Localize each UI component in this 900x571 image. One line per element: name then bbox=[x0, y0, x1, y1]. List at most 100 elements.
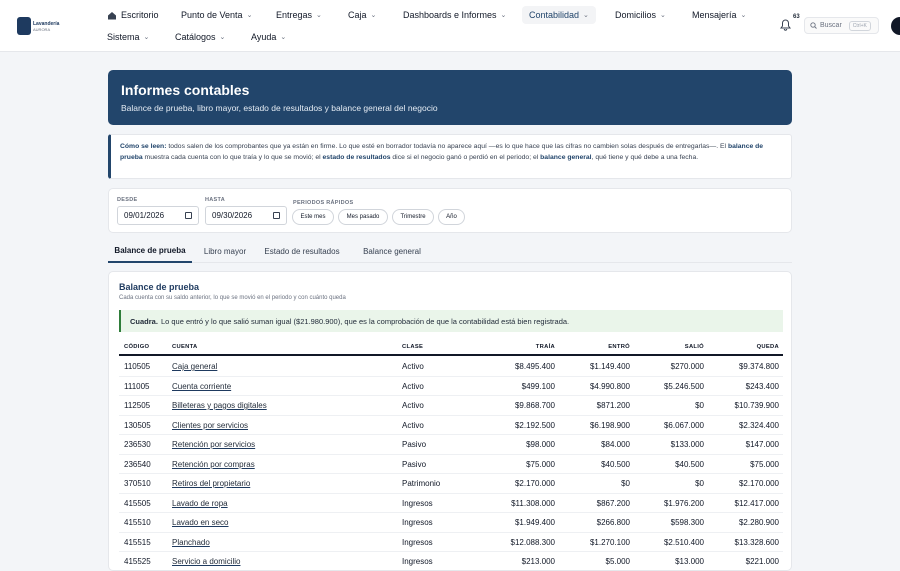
nav-label: Contabilidad bbox=[529, 10, 580, 20]
nav-label: Catálogos bbox=[175, 32, 216, 42]
row-cuenta-link[interactable]: Lavado en seco bbox=[172, 518, 229, 527]
chevron-down-icon: ⌄ bbox=[583, 12, 589, 19]
bell-icon[interactable] bbox=[780, 19, 791, 31]
nav-dashboards[interactable]: Dashboards e Informes ⌄ bbox=[403, 10, 506, 20]
row-clase: Activo bbox=[402, 362, 424, 371]
row-cuenta-link[interactable]: Retención por compras bbox=[172, 460, 255, 469]
chevron-down-icon: ⌄ bbox=[143, 34, 150, 41]
nav-punto-venta[interactable]: Punto de Venta ⌄ bbox=[181, 10, 252, 20]
calendar-icon[interactable] bbox=[273, 212, 280, 219]
quick-mes-pasado-button[interactable]: Mes pasado bbox=[338, 209, 388, 225]
desde-label: DESDE bbox=[117, 197, 138, 203]
nav-caja[interactable]: Caja ⌄ bbox=[348, 10, 376, 20]
avatar[interactable] bbox=[891, 17, 900, 35]
nav-label: Caja bbox=[348, 10, 367, 20]
top-navigation: Lavandería AURORA Escritorio Punto de Ve… bbox=[0, 0, 900, 52]
brand-name: Lavandería bbox=[33, 20, 60, 27]
chevron-down-icon: ⌄ bbox=[500, 12, 507, 19]
col-traia: TRAÍA bbox=[535, 344, 555, 350]
row-queda: $10.739.900 bbox=[734, 401, 780, 410]
report-tabs: Balance de prueba Libro mayor Estado de … bbox=[108, 240, 792, 263]
row-cuenta-link[interactable]: Retención por servicios bbox=[172, 440, 255, 449]
row-salio: $6.067.000 bbox=[663, 420, 704, 430]
row-entro: $6.198.900 bbox=[589, 420, 630, 430]
nav-contabilidad[interactable]: Contabilidad ⌄ bbox=[522, 6, 596, 24]
row-clase: Activo bbox=[402, 381, 424, 391]
row-entro: $84.000 bbox=[601, 440, 630, 449]
quick-ano-button[interactable]: Año bbox=[438, 209, 465, 225]
nav-domicilios[interactable]: Domicilios ⌄ bbox=[615, 10, 666, 20]
row-cuenta-link[interactable]: Cuenta corriente bbox=[172, 382, 231, 391]
table-row: 415525 Servicio a domicilio Ingresos $213.0… bbox=[119, 552, 783, 570]
col-cuenta: CUENTA bbox=[172, 344, 198, 350]
balance-card: Balance de prueba Cada cuenta con su sal… bbox=[108, 271, 792, 571]
tab-balance-general[interactable]: Balance general bbox=[354, 240, 430, 263]
row-cuenta-link[interactable]: Servicio a domicilio bbox=[172, 557, 240, 566]
note-text: , qué tiene y qué debe a una fecha. bbox=[591, 154, 699, 161]
table-row: 236530 Retención por servicios Pasivo $98.0… bbox=[119, 435, 783, 455]
chevron-down-icon: ⌄ bbox=[740, 12, 747, 19]
hasta-date-input[interactable]: 09/30/2026 bbox=[205, 206, 287, 225]
status-lead: Cuadra. bbox=[130, 316, 158, 326]
search-button[interactable]: Buscar Ctrl+K bbox=[804, 17, 879, 34]
row-cuenta-link[interactable]: Billeteras y pagos digitales bbox=[172, 401, 267, 410]
page-title: Informes contables bbox=[121, 82, 250, 98]
col-entro: ENTRÓ bbox=[608, 344, 630, 350]
col-clase: CLASE bbox=[402, 344, 424, 350]
row-cuenta-link[interactable]: Clientes por servicios bbox=[172, 421, 248, 430]
row-clase: Pasivo bbox=[402, 440, 427, 449]
row-queda: $243.400 bbox=[745, 381, 779, 391]
row-cuenta-link[interactable]: Lavado de ropa bbox=[172, 499, 228, 508]
row-traia: $75.000 bbox=[526, 459, 555, 469]
note-bold: balance general bbox=[540, 154, 592, 161]
nav-sistema[interactable]: Sistema ⌄ bbox=[107, 32, 149, 42]
row-codigo: 111005 bbox=[124, 381, 150, 391]
table-row: 236540 Retención por compras Pasivo $75.000… bbox=[119, 455, 783, 474]
brand-sub: AURORA bbox=[33, 26, 51, 32]
tab-balance-prueba[interactable]: Balance de prueba bbox=[108, 240, 192, 263]
row-queda: $221.000 bbox=[745, 557, 779, 566]
info-note: Cómo se leen: todos salen de los comprob… bbox=[108, 134, 792, 179]
search-icon bbox=[810, 22, 817, 29]
note-text: muestra cada cuenta con lo que traía y l… bbox=[142, 154, 323, 161]
row-cuenta-link[interactable]: Caja general bbox=[172, 362, 217, 371]
row-queda: $13.328.600 bbox=[734, 537, 780, 547]
search-label: Buscar bbox=[820, 22, 842, 29]
row-salio: $270.000 bbox=[670, 362, 704, 371]
row-clase: Ingresos bbox=[402, 537, 433, 547]
row-queda: $12.417.000 bbox=[734, 498, 780, 508]
nav-ayuda[interactable]: Ayuda ⌄ bbox=[251, 32, 286, 42]
notification-count: 63 bbox=[793, 14, 800, 20]
row-traia: $98.000 bbox=[526, 440, 555, 449]
row-codigo: 236530 bbox=[124, 440, 151, 449]
shortcut-hint: Ctrl+K bbox=[848, 20, 871, 31]
nav-label: Entregas bbox=[276, 10, 313, 20]
tab-estado-resultados[interactable]: Estado de resultados bbox=[260, 240, 344, 263]
note-bold: estado de resultados bbox=[322, 154, 391, 161]
row-salio: $0 bbox=[695, 401, 704, 410]
row-salio: $598.300 bbox=[670, 518, 704, 527]
row-cuenta-link[interactable]: Retiros del propietario bbox=[172, 479, 250, 488]
brand-logo[interactable]: Lavandería AURORA bbox=[17, 17, 63, 35]
table-row: 112505 Billeteras y pagos digitales Activo… bbox=[119, 396, 783, 416]
table-row: 111005 Cuenta corriente Activo $499.100 $4.9… bbox=[119, 377, 783, 396]
nav-entregas[interactable]: Entregas ⌄ bbox=[276, 10, 322, 20]
row-salio: $0 bbox=[695, 479, 704, 488]
row-traia: $2.170.000 bbox=[514, 479, 555, 488]
nav-catalogos[interactable]: Catálogos ⌄ bbox=[175, 32, 225, 42]
calendar-icon[interactable] bbox=[185, 212, 192, 219]
row-cuenta-link[interactable]: Planchado bbox=[172, 538, 210, 547]
tab-libro-mayor[interactable]: Libro mayor bbox=[196, 240, 254, 263]
row-salio: $133.000 bbox=[670, 440, 704, 449]
row-queda: $147.000 bbox=[745, 440, 779, 449]
desde-value: 09/01/2026 bbox=[124, 211, 165, 220]
nav-mensajeria[interactable]: Mensajería ⌄ bbox=[692, 10, 746, 20]
row-entro: $871.200 bbox=[596, 401, 630, 410]
row-codigo: 236540 bbox=[124, 459, 151, 469]
nav-label: Domicilios bbox=[615, 10, 657, 20]
nav-escritorio[interactable]: Escritorio bbox=[107, 10, 159, 20]
quick-trimestre-button[interactable]: Trimestre bbox=[392, 209, 434, 225]
desde-date-input[interactable]: 09/01/2026 bbox=[117, 206, 199, 225]
quick-este-mes-button[interactable]: Este mes bbox=[292, 209, 334, 225]
row-traia: $213.000 bbox=[521, 557, 555, 566]
